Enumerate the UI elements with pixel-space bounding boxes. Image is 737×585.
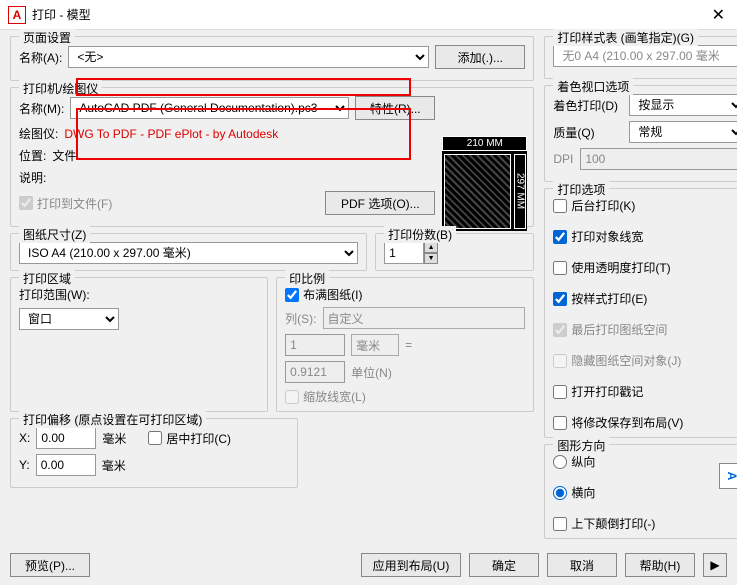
shade-plot-select[interactable]: 按显示 <box>629 94 737 116</box>
scale-num1-input[interactable] <box>285 334 345 356</box>
printer-name-label: 名称(M): <box>19 100 64 117</box>
page-setup-title: 页面设置 <box>19 29 75 46</box>
preview-height-label: 297 MM <box>514 154 526 229</box>
help-button[interactable]: 帮助(H) <box>625 553 695 577</box>
page-setup-group: 页面设置 名称(A): <无> 添加(.)... <box>10 36 534 81</box>
description-label: 说明: <box>19 169 46 186</box>
offset-x-unit: 毫米 <box>102 430 126 447</box>
offset-y-input[interactable] <box>36 454 96 476</box>
page-setup-add-button[interactable]: 添加(.)... <box>435 45 525 69</box>
opt-styles-checkbox[interactable]: 按样式打印(E) <box>553 290 737 307</box>
offset-y-label: Y: <box>19 458 30 472</box>
orientation-icon: A <box>719 463 737 489</box>
preview-paper-icon <box>444 154 511 229</box>
opt-save-changes-checkbox[interactable]: 将修改保存到布局(V) <box>553 414 737 431</box>
orientation-group: 图形方向 纵向 横向 上下颠倒打印(-) A <box>544 444 737 539</box>
scale-lineweight-checkbox: 缩放线宽(L) <box>285 388 525 405</box>
orientation-title: 图形方向 <box>553 437 609 454</box>
plotter-label: 绘图仪: <box>19 125 58 142</box>
preview-button[interactable]: 预览(P)... <box>10 553 90 577</box>
viewport-options-title: 着色视口选项 <box>553 78 633 95</box>
dpi-label: DPI <box>553 152 574 166</box>
preview-width-label: 210 MM <box>442 136 527 151</box>
quality-label: 质量(Q) <box>553 124 623 141</box>
dialog-footer: 预览(P)... 应用到布局(U) 确定 取消 帮助(H) ▶ <box>0 549 737 585</box>
offset-x-label: X: <box>19 431 30 445</box>
apply-to-layout-button[interactable]: 应用到布局(U) <box>361 553 461 577</box>
expand-button[interactable]: ▶ <box>703 553 727 577</box>
paper-size-title: 图纸尺寸(Z) <box>19 226 90 243</box>
orientation-upside-checkbox[interactable]: 上下颠倒打印(-) <box>553 515 737 532</box>
plot-area-title: 打印区域 <box>19 270 75 287</box>
copies-title: 打印份数(B) <box>384 226 456 243</box>
plot-range-select[interactable]: 窗口 <box>19 308 119 330</box>
autocad-logo-icon <box>8 6 26 24</box>
location-value: 文件 <box>52 147 76 164</box>
opt-paperspace-last-checkbox: 最后打印图纸空间 <box>553 321 737 338</box>
scale-label: 列(S): <box>285 310 316 327</box>
copies-down-icon: ▼ <box>424 253 438 264</box>
paper-size-select[interactable]: ISO A4 (210.00 x 297.00 毫米) <box>19 242 358 264</box>
dpi-input <box>580 148 737 170</box>
scale-unit1-select: 毫米 <box>351 334 399 356</box>
opt-lineweights-checkbox[interactable]: 打印对象线宽 <box>553 228 737 245</box>
plot-options-title: 打印选项 <box>553 181 609 198</box>
plotter-value: DWG To PDF - PDF ePlot - by Autodesk <box>64 127 278 141</box>
window-title: 打印 - 模型 <box>32 6 708 23</box>
opt-background-checkbox[interactable]: 后台打印(K) <box>553 197 737 214</box>
printer-name-select[interactable]: AutoCAD PDF (General Documentation).pc3 <box>70 97 349 119</box>
plot-offset-title: 打印偏移 (原点设置在可打印区域) <box>19 411 206 428</box>
viewport-options-group: 着色视口选项 着色打印(D) 按显示 质量(Q) 常规 DPI <box>544 85 737 182</box>
opt-stamp-checkbox[interactable]: 打开打印戳记 <box>553 383 737 400</box>
plot-style-table-select[interactable]: 无0 A4 (210.00 x 297.00 毫米 <box>553 45 737 67</box>
plot-scale-group: 印比例 布满图纸(I) 列(S): 自定义 毫米 = 单位(N) <box>276 277 534 412</box>
printer-props-button[interactable]: 特性(R)... <box>355 96 435 120</box>
fit-to-paper-checkbox[interactable]: 布满图纸(I) <box>285 286 525 303</box>
page-setup-name-label: 名称(A): <box>19 49 62 66</box>
titlebar: 打印 - 模型 ✕ <box>0 0 737 30</box>
ok-button[interactable]: 确定 <box>469 553 539 577</box>
copies-up-icon: ▲ <box>424 242 438 253</box>
cancel-button[interactable]: 取消 <box>547 553 617 577</box>
close-icon[interactable]: ✕ <box>708 5 729 25</box>
opt-hide-paperspace-checkbox: 隐藏图纸空间对象(J) <box>553 352 737 369</box>
print-to-file-checkbox[interactable]: 打印到文件(F) <box>19 195 112 212</box>
scale-equals: = <box>405 338 412 352</box>
plot-options-group: 打印选项 后台打印(K) 打印对象线宽 使用透明度打印(T) 按样式打印(E) … <box>544 188 737 438</box>
plot-range-label: 打印范围(W): <box>19 286 90 303</box>
page-setup-name-select[interactable]: <无> <box>68 46 429 68</box>
plot-style-table-title: 打印样式表 (画笔指定)(G) <box>553 29 698 46</box>
pdf-options-button[interactable]: PDF 选项(O)... <box>325 191 435 215</box>
scale-unit2-label: 单位(N) <box>351 364 399 381</box>
printer-group-title: 打印机/绘图仪 <box>19 80 102 97</box>
plot-scale-title: 印比例 <box>285 270 329 287</box>
offset-y-unit: 毫米 <box>102 457 126 474</box>
location-label: 位置: <box>19 147 46 164</box>
orientation-portrait-radio[interactable]: 纵向 <box>553 453 737 470</box>
scale-num2-input[interactable] <box>285 361 345 383</box>
orientation-landscape-radio[interactable]: 横向 <box>553 484 737 501</box>
opt-transparency-checkbox[interactable]: 使用透明度打印(T) <box>553 259 737 276</box>
printer-group: 打印机/绘图仪 名称(M): AutoCAD PDF (General Docu… <box>10 87 534 227</box>
chevron-right-icon: ▶ <box>710 558 719 572</box>
scale-select: 自定义 <box>323 307 526 329</box>
quality-select[interactable]: 常规 <box>629 121 737 143</box>
offset-x-input[interactable] <box>36 427 96 449</box>
shade-plot-label: 着色打印(D) <box>553 97 623 114</box>
paper-size-group: 图纸尺寸(Z) ISO A4 (210.00 x 297.00 毫米) <box>10 233 367 271</box>
copies-input[interactable] <box>384 242 424 264</box>
copies-group: 打印份数(B) ▲▼ <box>375 233 534 271</box>
center-plot-checkbox[interactable]: 居中打印(C) <box>148 430 231 447</box>
plot-area-group: 打印区域 打印范围(W): 窗口 <box>10 277 268 412</box>
plot-style-table-group: 打印样式表 (画笔指定)(G) 无0 A4 (210.00 x 297.00 毫… <box>544 36 737 79</box>
paper-preview: 210 MM 297 MM <box>442 136 527 231</box>
plot-offset-group: 打印偏移 (原点设置在可打印区域) X: 毫米 居中打印(C) Y: 毫米 <box>10 418 298 488</box>
copies-spinner[interactable]: ▲▼ <box>424 242 438 264</box>
